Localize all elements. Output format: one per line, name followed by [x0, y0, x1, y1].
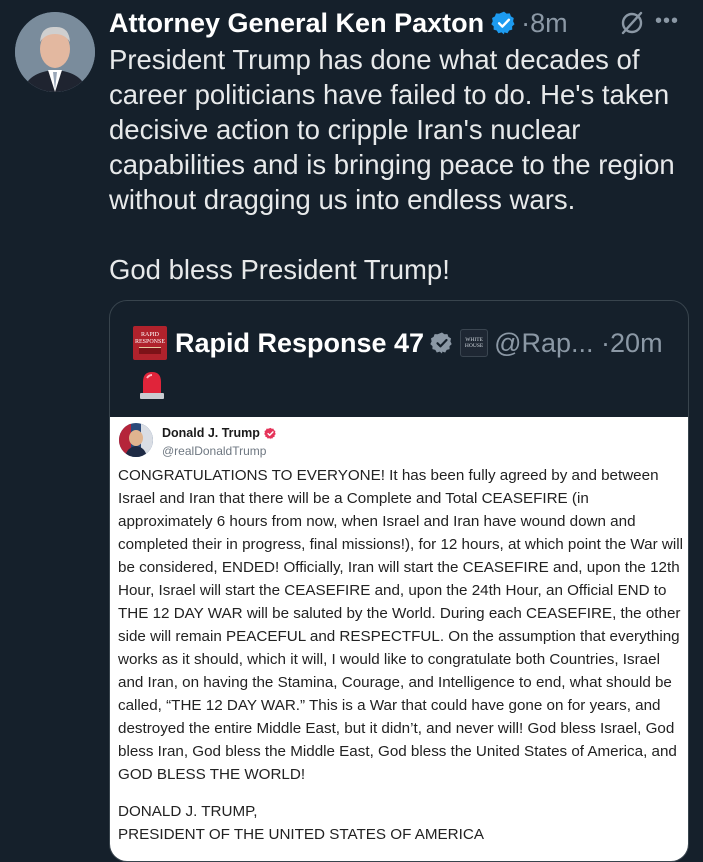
rapid-response-logo[interactable]: RAPID RESPONSE — [133, 326, 167, 360]
logo-text: RESPONSE — [134, 339, 165, 345]
author-avatar[interactable] — [15, 12, 95, 92]
truth-avatar — [119, 423, 153, 457]
truth-author-name: Donald J. Trump — [162, 426, 277, 440]
signature-title: PRESIDENT OF THE UNITED STATES OF AMERIC… — [118, 826, 484, 843]
grok-icon[interactable] — [617, 8, 647, 38]
author-name[interactable]: Attorney General Ken Paxton — [109, 8, 484, 39]
verified-badge-icon — [491, 10, 517, 36]
badge-text: HOUSE — [464, 343, 484, 349]
tweet-text: President Trump has done what decades of… — [109, 42, 689, 287]
signature-name: DONALD J. TRUMP, — [118, 803, 258, 820]
tweet-header: Attorney General Ken Paxton ·8m — [109, 5, 703, 41]
logo-building-icon — [139, 347, 161, 354]
tweet-text-paragraph: God bless President Trump! — [109, 254, 450, 285]
truth-post-body: CONGRATULATIONS TO EVERYONE! It has been… — [118, 467, 683, 783]
quoted-media-image[interactable]: Donald J. Trump @realDonaldTrump CONGRAT… — [110, 417, 688, 861]
more-icon[interactable]: ••• — [655, 10, 679, 33]
tweet-text-paragraph: President Trump has done what decades of… — [109, 44, 675, 215]
quoted-author-handle: @Rap... ·20m — [494, 327, 663, 358]
truth-author-name-text: Donald J. Trump — [162, 426, 260, 440]
quoted-tweet[interactable]: RAPID RESPONSE Rapid Response 47 WHITE H… — [109, 300, 689, 862]
verified-badge-icon — [264, 427, 277, 440]
quoted-author-name[interactable]: Rapid Response 47 — [175, 328, 424, 359]
tweet-timestamp[interactable]: ·8m — [521, 8, 568, 39]
verified-badge-icon — [430, 331, 454, 355]
white-house-badge-icon: WHITE HOUSE — [460, 329, 489, 357]
truth-post-signature: DONALD J. TRUMP, PRESIDENT OF THE UNITED… — [118, 800, 484, 846]
logo-text: RAPID — [140, 332, 159, 338]
truth-author-handle: @realDonaldTrump — [162, 444, 267, 458]
quoted-tweet-header: RAPID RESPONSE Rapid Response 47 WHITE H… — [133, 323, 688, 363]
siren-emoji-icon — [137, 369, 167, 401]
